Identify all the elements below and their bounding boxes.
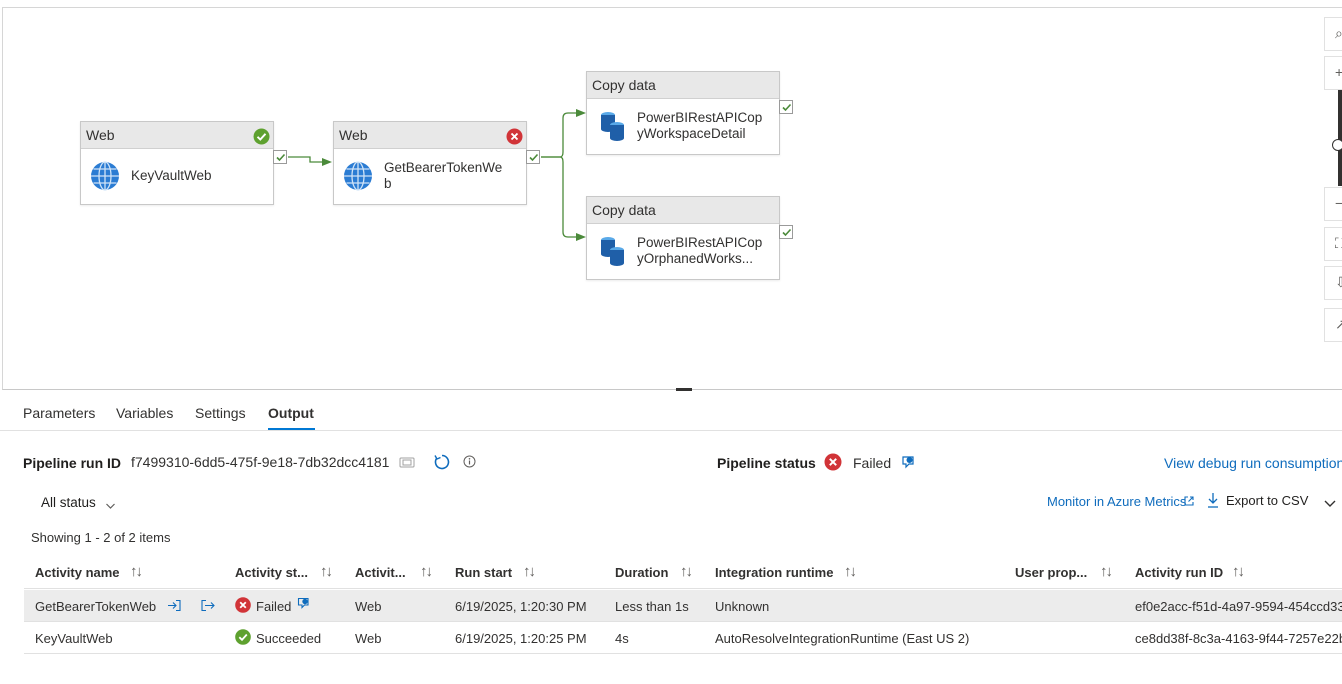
status-filter-dropdown[interactable]: All status — [41, 495, 96, 510]
cell-duration: Less than 1s — [615, 599, 689, 614]
table-row[interactable]: KeyVaultWeb Succeeded Web 6/19/2025, 1:2… — [24, 622, 1342, 654]
sort-icon[interactable]: ↑↓ — [130, 563, 143, 580]
cell-run-start: 6/19/2025, 1:20:25 PM — [455, 631, 587, 646]
sort-icon[interactable]: ↑↓ — [1100, 563, 1113, 580]
pipeline-status-value: Failed — [853, 455, 892, 471]
auto-align-icon[interactable]: ⇩ — [1324, 266, 1342, 300]
showing-items-count: Showing 1 - 2 of 2 items — [31, 530, 171, 545]
success-output-port[interactable] — [526, 150, 540, 164]
globe-icon — [89, 160, 121, 197]
output-icon[interactable] — [200, 599, 215, 617]
input-icon[interactable] — [167, 599, 182, 617]
search-icon[interactable]: ⌕ — [1324, 17, 1342, 51]
success-check-icon — [235, 629, 251, 650]
cell-activity-run-id: ef0e2acc-f51d-4a97-9594-454ccd33 — [1135, 599, 1342, 614]
error-details-icon[interactable] — [297, 597, 310, 615]
node-activity-name: KeyVaultWeb — [131, 168, 212, 183]
cell-activity-type: Web — [355, 631, 382, 646]
cell-run-start: 6/19/2025, 1:20:30 PM — [455, 599, 587, 614]
node-type-label: Web — [86, 127, 115, 143]
column-header-activity-type[interactable]: Activit... — [355, 565, 406, 580]
error-x-icon — [824, 453, 842, 476]
node-activity-name: PowerBIRestAPICopyWorkspaceDetail — [637, 110, 763, 141]
copy-icon[interactable] — [399, 455, 416, 473]
activity-node-getbearertokenweb[interactable]: Web GetBearerTokenWeb — [333, 121, 527, 205]
run-id-label: Pipeline run ID — [23, 455, 122, 471]
column-header-duration[interactable]: Duration — [615, 565, 668, 580]
sort-icon[interactable]: ↑↓ — [320, 563, 333, 580]
active-tab-indicator — [268, 428, 315, 430]
zoom-out-icon[interactable]: − — [1324, 187, 1342, 221]
tab-settings[interactable]: Settings — [195, 405, 246, 421]
column-header-activity-status[interactable]: Activity st... — [235, 565, 308, 580]
node-type-label: Copy data — [592, 77, 656, 93]
export-options-chevron-icon[interactable] — [1323, 495, 1337, 513]
refresh-icon[interactable] — [433, 453, 451, 476]
sort-icon[interactable]: ↑↓ — [1232, 563, 1245, 580]
column-header-user-properties[interactable]: User prop... — [1015, 565, 1087, 580]
view-debug-run-consumption-link[interactable]: View debug run consumption — [1164, 455, 1342, 471]
success-output-port[interactable] — [779, 100, 793, 114]
tab-parameters[interactable]: Parameters — [23, 405, 95, 421]
activity-table-header: Activity name ↑↓ Activity st... ↑↓ Activ… — [24, 556, 1342, 589]
cell-integration-runtime: Unknown — [715, 599, 770, 614]
export-csv-button[interactable]: Export to CSV — [1226, 493, 1308, 508]
globe-icon — [342, 160, 374, 197]
cell-activity-name: KeyVaultWeb — [35, 631, 113, 646]
monitor-azure-metrics-link[interactable]: Monitor in Azure Metrics — [1047, 494, 1186, 509]
column-header-run-start[interactable]: Run start — [455, 565, 512, 580]
pipeline-status-label: Pipeline status — [717, 455, 816, 471]
expand-icon[interactable]: ↗ — [1324, 308, 1342, 342]
zoom-slider-handle[interactable] — [1332, 139, 1342, 151]
node-activity-name: PowerBIRestAPICopyOrphanedWorks... — [637, 235, 763, 266]
chevron-down-icon — [105, 498, 116, 516]
activity-node-copy-workspace-detail[interactable]: Copy data PowerBIRestAPICopyWorkspaceDet… — [586, 71, 780, 155]
column-header-activity-name[interactable]: Activity name — [35, 565, 120, 580]
column-header-integration-runtime[interactable]: Integration runtime — [715, 565, 833, 580]
run-id-value: f7499310-6dd5-475f-9e18-7db32dcc4181 — [131, 454, 390, 470]
success-output-port[interactable] — [779, 225, 793, 239]
error-x-icon — [235, 597, 251, 618]
sort-icon[interactable]: ↑↓ — [844, 563, 857, 580]
node-type-label: Copy data — [592, 202, 656, 218]
cell-duration: 4s — [615, 631, 629, 646]
tab-variables[interactable]: Variables — [116, 405, 173, 421]
download-icon — [1206, 492, 1220, 513]
tab-output[interactable]: Output — [268, 405, 314, 421]
cell-integration-runtime: AutoResolveIntegrationRuntime (East US 2… — [715, 631, 970, 646]
cell-activity-run-id: ce8dd38f-8c3a-4163-9f44-7257e22b — [1135, 631, 1342, 646]
cell-activity-status: Failed — [256, 599, 292, 614]
activity-node-copy-orphaned-workspaces[interactable]: Copy data PowerBIRestAPICopyOrphanedWork… — [586, 196, 780, 280]
zoom-slider[interactable] — [1338, 90, 1342, 186]
column-header-activity-run-id[interactable]: Activity run ID — [1135, 565, 1223, 580]
activity-node-keyvaultweb[interactable]: Web KeyVaultWeb — [80, 121, 274, 205]
fit-to-window-icon[interactable]: ⛶ — [1324, 227, 1342, 261]
open-external-icon — [1183, 494, 1195, 512]
database-copy-icon — [599, 235, 627, 272]
sort-icon[interactable]: ↑↓ — [680, 563, 693, 580]
table-row[interactable]: GetBearerTokenWeb Failed Web 6/19/2025, … — [24, 590, 1342, 622]
zoom-in-icon[interactable]: + — [1324, 56, 1342, 90]
error-details-icon[interactable] — [901, 455, 915, 474]
database-copy-icon — [599, 110, 627, 147]
cell-activity-name: GetBearerTokenWeb — [35, 599, 157, 614]
cell-activity-status: Succeeded — [256, 631, 322, 646]
node-type-label: Web — [339, 127, 368, 143]
sort-icon[interactable]: ↑↓ — [420, 563, 433, 580]
success-output-port[interactable] — [273, 150, 287, 164]
sort-icon[interactable]: ↑↓ — [523, 563, 536, 580]
properties-tabs: Parameters Variables Settings Output — [0, 391, 1342, 431]
info-icon[interactable] — [463, 455, 476, 473]
node-activity-name: GetBearerTokenWeb — [384, 160, 503, 191]
cell-activity-type: Web — [355, 599, 382, 614]
